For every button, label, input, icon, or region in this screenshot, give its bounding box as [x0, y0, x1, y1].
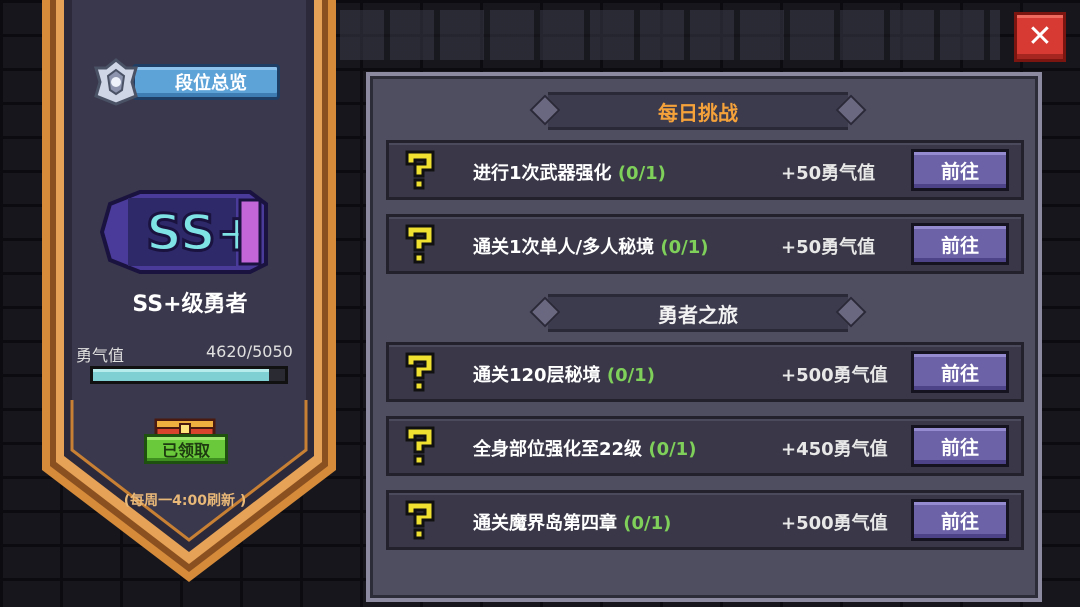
go-button[interactable]: 前往 — [911, 425, 1009, 467]
weekly-refresh-note: (每周一4:00刷新 ) — [123, 493, 247, 509]
task-reward: +50勇气值 — [781, 163, 876, 184]
task-row: 进行1次武器强化 (0/1) +50勇气值 前往 — [386, 140, 1024, 200]
challenge-panel: 每日挑战 进行1次武器强化 (0/1) +50勇气值 前往 通关1次单人/多人秘… — [366, 72, 1042, 602]
courage-label: 勇气值 — [76, 346, 125, 365]
task-reward: +500勇气值 — [781, 513, 888, 534]
task-name: 通关魔界岛第四章 (0/1) — [473, 513, 672, 534]
go-button[interactable]: 前往 — [911, 351, 1009, 393]
task-row: 通关120层秘境 (0/1) +500勇气值 前往 — [386, 342, 1024, 402]
rank-overview-label: 段位总览 — [132, 64, 280, 100]
go-button[interactable]: 前往 — [911, 149, 1009, 191]
task-name: 通关1次单人/多人秘境 (0/1) — [473, 237, 709, 258]
task-progress: (0/1) — [606, 365, 655, 386]
close-button[interactable]: ✕ — [1014, 12, 1066, 62]
rank-badge-icon: SS+ — [99, 184, 268, 276]
task-reward: +500勇气值 — [781, 365, 888, 386]
task-row: 通关1次单人/多人秘境 (0/1) +50勇气值 前往 — [386, 214, 1024, 274]
question-mark-icon — [405, 224, 435, 264]
daily-challenge-title: 每日挑战 — [658, 100, 738, 125]
question-mark-icon — [405, 150, 435, 190]
hero-journey-header: 勇者之旅 — [529, 294, 867, 332]
task-progress: (0/1) — [623, 513, 672, 534]
rank-overview-button[interactable]: 段位总览 — [92, 58, 282, 106]
rank-title: SS+级勇者 — [132, 292, 248, 317]
question-mark-icon — [405, 426, 435, 466]
hero-journey-title: 勇者之旅 — [658, 302, 738, 327]
silver-rank-emblem-icon — [94, 58, 138, 106]
task-reward: +450勇气值 — [781, 439, 888, 460]
go-button[interactable]: 前往 — [911, 499, 1009, 541]
task-progress: (0/1) — [648, 439, 697, 460]
close-icon: ✕ — [1027, 19, 1053, 54]
courage-progress-fill — [93, 369, 269, 381]
courage-value: 4620/5050 — [206, 342, 293, 361]
task-row: 全身部位强化至22级 (0/1) +450勇气值 前往 — [386, 416, 1024, 476]
task-name: 全身部位强化至22级 (0/1) — [473, 439, 697, 460]
go-button[interactable]: 前往 — [911, 223, 1009, 265]
task-reward: +50勇气值 — [781, 237, 876, 258]
courage-progress-bar — [90, 366, 288, 384]
daily-challenge-header: 每日挑战 — [529, 92, 867, 130]
dungeon-wall-decoration — [340, 10, 1000, 60]
question-mark-icon — [405, 500, 435, 540]
task-name: 通关120层秘境 (0/1) — [473, 365, 655, 386]
claimed-reward-button[interactable]: 已领取 — [144, 434, 228, 464]
question-mark-icon — [405, 352, 435, 392]
task-progress: (0/1) — [617, 163, 666, 184]
task-progress: (0/1) — [660, 237, 709, 258]
task-name: 进行1次武器强化 (0/1) — [473, 163, 666, 184]
task-row: 通关魔界岛第四章 (0/1) +500勇气值 前往 — [386, 490, 1024, 550]
